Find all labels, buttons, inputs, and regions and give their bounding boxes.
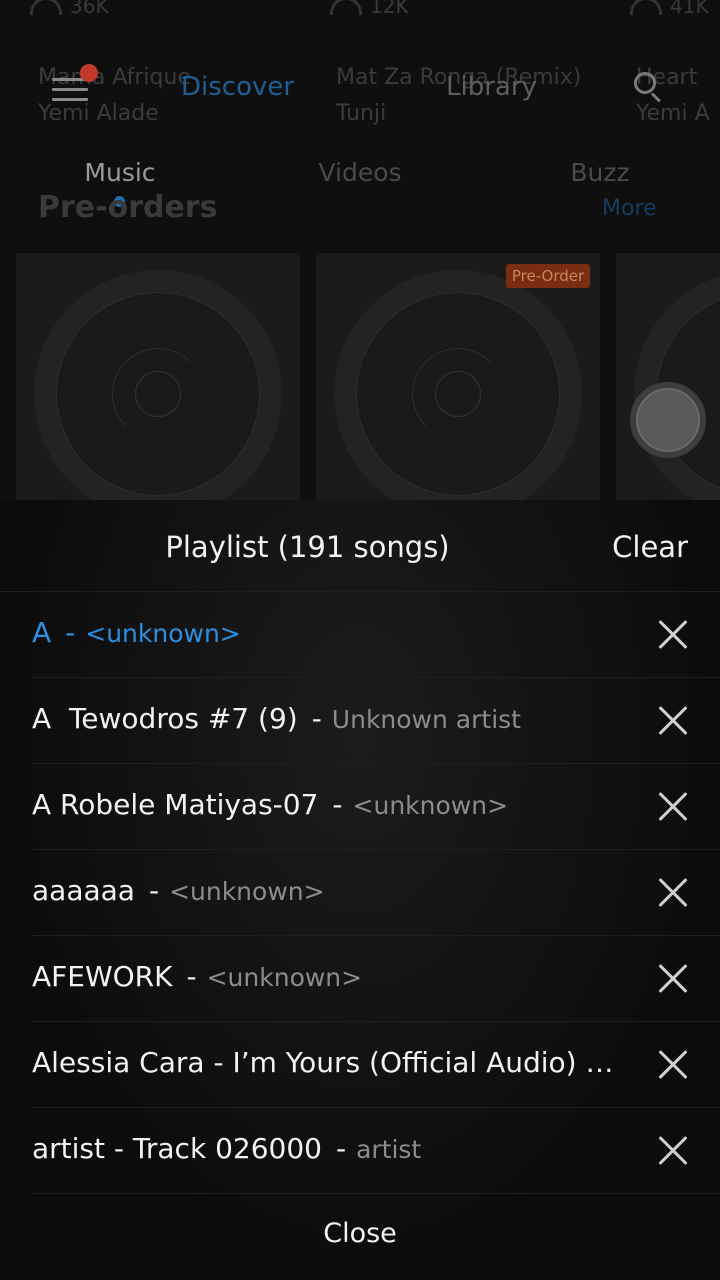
- play-count-value: 41K: [670, 0, 709, 18]
- headphones-icon: [30, 0, 62, 15]
- clear-button[interactable]: Clear: [612, 530, 688, 564]
- track-text: AFEWORK - <unknown>: [32, 960, 624, 993]
- playlist-item[interactable]: A - <unknown>: [0, 592, 720, 678]
- album-card[interactable]: [16, 253, 300, 500]
- track-text: Alessia Cara - I’m Yours (Official Audio…: [32, 1046, 624, 1079]
- track-artist: <unknown>: [169, 877, 325, 906]
- track-title: A Tewodros #7 (9): [32, 702, 298, 735]
- playlist-title: Playlist (191 songs): [165, 530, 450, 564]
- track-title: Alessia Cara - I’m Yours (Official Audio…: [32, 1046, 614, 1079]
- separator: -: [332, 788, 343, 821]
- playlist-item[interactable]: aaaaaa - <unknown>: [0, 850, 720, 936]
- menu-icon[interactable]: [52, 78, 88, 102]
- track-artist: artist: [356, 1135, 422, 1164]
- track-title: AFEWORK: [32, 960, 173, 993]
- play-count: 12K: [330, 0, 409, 18]
- floating-player-button[interactable]: [630, 382, 706, 458]
- remove-icon[interactable]: [656, 962, 690, 996]
- headphones-icon: [330, 0, 362, 15]
- remove-icon[interactable]: [656, 790, 690, 824]
- track-text: A Tewodros #7 (9) - Unknown artist: [32, 702, 624, 735]
- separator: -: [186, 960, 197, 993]
- album-card[interactable]: [316, 253, 600, 500]
- playlist-item[interactable]: A Robele Matiyas-07- <unknown>: [0, 764, 720, 850]
- separator: -: [335, 1132, 347, 1165]
- subtab-videos[interactable]: Videos: [240, 158, 480, 187]
- track-artist: <unknown>: [352, 791, 509, 820]
- more-link[interactable]: More: [602, 196, 657, 221]
- remove-icon[interactable]: [656, 1048, 690, 1082]
- close-button[interactable]: Close: [0, 1218, 720, 1249]
- subtab-buzz[interactable]: Buzz: [480, 158, 720, 187]
- playlist-item[interactable]: Alessia Cara - I’m Yours (Official Audio…: [0, 1022, 720, 1108]
- separator: -: [148, 874, 160, 907]
- play-count-value: 36K: [70, 0, 109, 18]
- track-artist: Unknown artist: [331, 705, 521, 734]
- track-text: A Robele Matiyas-07- <unknown>: [32, 788, 624, 821]
- pre-order-badge: Pre-Order: [506, 264, 590, 288]
- notification-dot: [80, 64, 98, 82]
- remove-icon[interactable]: [656, 876, 690, 910]
- track-title: artist - Track 026000: [32, 1132, 322, 1165]
- track-text: artist - Track 026000- artist: [32, 1132, 624, 1165]
- playlist-item[interactable]: artist - Track 026000- artist: [0, 1108, 720, 1194]
- plays-row: 36K 12K 41K: [0, 0, 720, 22]
- remove-icon[interactable]: [656, 1134, 690, 1168]
- tab-library[interactable]: Library: [446, 72, 537, 102]
- track-title: aaaaaa: [32, 874, 135, 907]
- play-count-value: 12K: [370, 0, 409, 18]
- playlist-item[interactable]: A Tewodros #7 (9) - Unknown artist: [0, 678, 720, 764]
- separator: -: [65, 616, 76, 649]
- section-title: Pre-orders: [38, 190, 218, 225]
- track-artist: <unknown>: [85, 619, 241, 648]
- playlist-item[interactable]: AFEWORK - <unknown>: [0, 936, 720, 1022]
- play-count: 36K: [30, 0, 109, 18]
- tab-discover[interactable]: Discover: [181, 72, 294, 102]
- track-text: aaaaaa - <unknown>: [32, 874, 624, 907]
- divider: [32, 1193, 720, 1194]
- album-card[interactable]: [616, 253, 720, 500]
- remove-icon[interactable]: [656, 618, 690, 652]
- track-title: A: [32, 616, 52, 649]
- search-icon[interactable]: [632, 70, 662, 103]
- track-text: A - <unknown>: [32, 616, 624, 649]
- headphones-icon: [630, 0, 662, 15]
- background-app: 36K 12K 41K Mama Afrique Yemi Alade Mat …: [0, 0, 720, 500]
- separator: -: [311, 702, 322, 735]
- playlist-sheet: Playlist (191 songs) Clear A - <unknown> A…: [0, 500, 720, 1280]
- playlist-header: Playlist (191 songs) Clear: [0, 500, 720, 592]
- subtab-music[interactable]: Music: [0, 158, 240, 187]
- play-count: 41K: [630, 0, 709, 18]
- track-artist: <unknown>: [206, 963, 363, 992]
- track-title: A Robele Matiyas-07: [32, 788, 319, 821]
- app-header: Discover Library: [0, 50, 720, 130]
- remove-icon[interactable]: [656, 704, 690, 738]
